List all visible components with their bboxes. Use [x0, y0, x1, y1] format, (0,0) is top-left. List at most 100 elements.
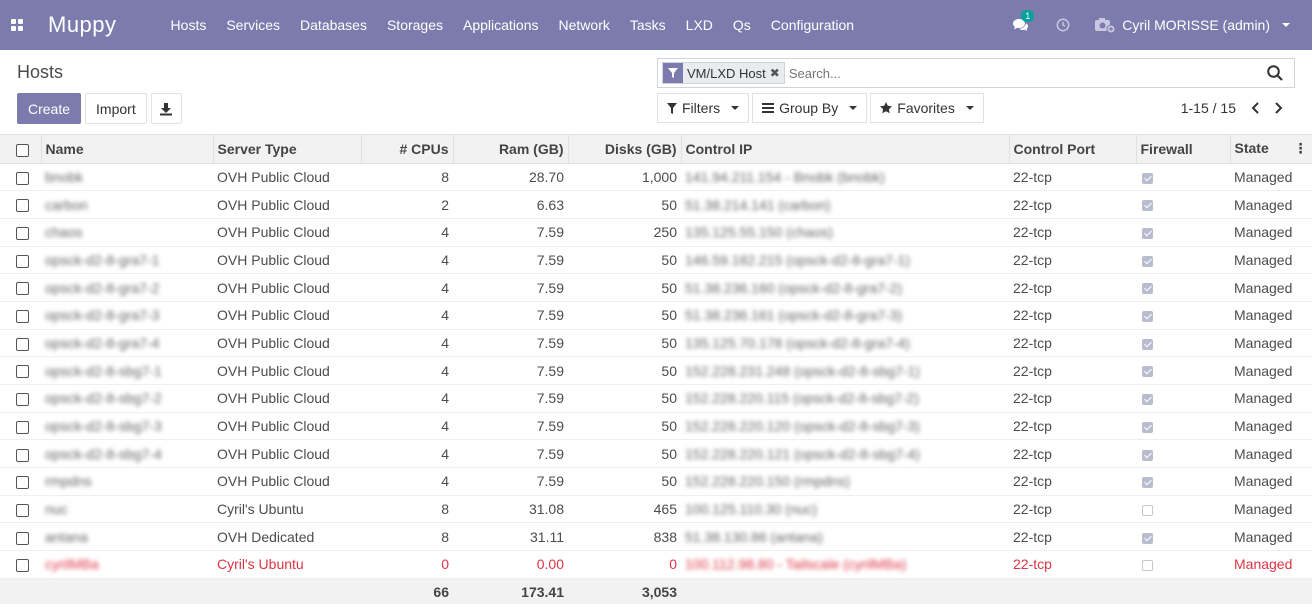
cell-cpus: 4	[361, 412, 453, 441]
table-row[interactable]: opsck-d2-8-sbg7-2 OVH Public Cloud 4 7.59 50…	[0, 384, 1312, 413]
row-checkbox-cell[interactable]	[0, 246, 41, 275]
table-row[interactable]: carbon OVH Public Cloud 2 6.63 50 51.38.214.1…	[0, 190, 1312, 219]
table-row[interactable]: opsck-d2-8-gra7-2 OVH Public Cloud 4 7.59 50…	[0, 273, 1312, 302]
table-row[interactable]: nuc Cyril's Ubuntu 8 31.08 465 100.125.110.30…	[0, 495, 1312, 524]
table-row[interactable]: opsck-d2-8-sbg7-4 OVH Public Cloud 4 7.59 50…	[0, 439, 1312, 469]
table-row[interactable]: cyrilMBa Cyril's Ubuntu 0 0.00 0 100.112.98.8…	[0, 550, 1312, 579]
row-checkbox-cell[interactable]	[0, 301, 41, 330]
row-checkbox[interactable]	[16, 393, 29, 407]
row-checkbox[interactable]	[16, 310, 29, 324]
table-row[interactable]: chaos OVH Public Cloud 4 7.59 250 135.125.55.…	[0, 218, 1312, 247]
activity-button[interactable]	[1040, 18, 1086, 32]
table-row[interactable]: opsck-d2-8-sbg7-3 OVH Public Cloud 4 7.59 50…	[0, 412, 1312, 441]
menu-item-tasks[interactable]: Tasks	[620, 0, 676, 50]
cell-ram: 31.08	[453, 495, 568, 524]
pager-value[interactable]: 1-15 / 15	[1181, 100, 1236, 116]
menu-item-configuration[interactable]: Configuration	[761, 0, 864, 50]
cell-cpus: 2	[361, 190, 453, 219]
row-checkbox[interactable]	[16, 476, 29, 490]
cell-ram: 7.59	[453, 439, 568, 469]
column-server-type[interactable]: Server Type	[213, 135, 362, 164]
clock-icon	[1056, 18, 1070, 32]
cell-name: opsck-d2-8-sbg7-1	[41, 356, 213, 385]
search-input[interactable]	[788, 65, 1266, 81]
row-checkbox[interactable]	[16, 227, 29, 241]
row-checkbox[interactable]	[16, 420, 29, 434]
menu-item-applications[interactable]: Applications	[453, 0, 549, 50]
row-checkbox-cell[interactable]	[0, 550, 41, 579]
row-checkbox[interactable]	[16, 559, 29, 573]
row-checkbox[interactable]	[16, 171, 29, 185]
create-button[interactable]: Create	[17, 93, 82, 124]
download-icon	[160, 102, 173, 115]
cell-control-ip-text: 51.38.236.160 (opsck-d2-8-gra7-2)	[685, 279, 903, 296]
filters-dropdown[interactable]: Filters	[657, 93, 750, 123]
row-checkbox-cell[interactable]	[0, 356, 41, 385]
menu-item-services[interactable]: Services	[216, 0, 290, 50]
cell-name: opsck-d2-8-gra7-3	[41, 301, 213, 330]
total-disks: 3,053	[568, 577, 681, 605]
menu-item-qs[interactable]: Qs	[723, 0, 761, 50]
remove-facet-icon[interactable]: ✖	[770, 63, 784, 83]
import-button[interactable]: Import	[85, 93, 147, 124]
row-checkbox[interactable]	[16, 199, 29, 213]
column-firewall[interactable]: Firewall	[1136, 135, 1231, 164]
cell-firewall	[1136, 412, 1230, 441]
row-checkbox[interactable]	[16, 254, 29, 268]
table-row[interactable]: antana OVH Dedicated 8 31.11 838 51.38.130.86…	[0, 522, 1312, 552]
row-checkbox-cell[interactable]	[0, 190, 41, 219]
column-cpus[interactable]: # CPUs	[361, 135, 454, 164]
row-checkbox[interactable]	[16, 365, 29, 379]
messaging-button[interactable]: 1	[1000, 9, 1040, 33]
column-disks[interactable]: Disks (GB)	[568, 135, 682, 164]
chevron-right-icon[interactable]	[1274, 102, 1284, 114]
apps-menu-icon[interactable]	[0, 0, 34, 50]
row-checkbox[interactable]	[16, 503, 29, 517]
table-row[interactable]: rmpdns OVH Public Cloud 4 7.59 50 152.228.220…	[0, 467, 1312, 496]
row-checkbox-cell[interactable]	[0, 163, 41, 192]
favorites-dropdown[interactable]: Favorites	[870, 93, 984, 123]
cell-name-text: opsck-d2-8-gra7-3	[45, 307, 160, 324]
row-checkbox-cell[interactable]	[0, 218, 41, 247]
menu-item-network[interactable]: Network	[549, 0, 620, 50]
export-button[interactable]	[150, 93, 182, 124]
row-checkbox-cell[interactable]	[0, 439, 41, 469]
row-checkbox-cell[interactable]	[0, 384, 41, 413]
chevron-left-icon[interactable]	[1250, 102, 1260, 114]
select-all-checkbox[interactable]	[16, 143, 29, 157]
firewall-checkbox	[1142, 200, 1153, 212]
menu-item-hosts[interactable]: Hosts	[161, 0, 217, 50]
user-menu[interactable]: Cyril MORISSE (admin)	[1086, 16, 1312, 34]
cell-disks: 50	[568, 356, 681, 385]
table-row[interactable]: bnobk OVH Public Cloud 8 28.70 1,000 141.94.2…	[0, 163, 1312, 192]
select-all-cell[interactable]	[0, 135, 42, 164]
row-checkbox[interactable]	[16, 448, 29, 462]
row-checkbox-cell[interactable]	[0, 329, 41, 358]
column-control-ip[interactable]: Control IP	[681, 135, 1010, 164]
cell-server-type: OVH Public Cloud	[213, 246, 361, 275]
row-checkbox[interactable]	[16, 282, 29, 296]
row-checkbox[interactable]	[16, 337, 29, 351]
column-name[interactable]: Name	[41, 135, 214, 164]
brand-title[interactable]: Muppy	[34, 12, 161, 38]
menu-item-databases[interactable]: Databases	[290, 0, 377, 50]
column-state[interactable]: State ⋮	[1230, 135, 1312, 164]
table-row[interactable]: opsck-d2-8-gra7-3 OVH Public Cloud 4 7.59 50…	[0, 301, 1312, 330]
menu-item-lxd[interactable]: LXD	[676, 0, 723, 50]
column-ram[interactable]: Ram (GB)	[453, 135, 569, 164]
column-options-icon[interactable]: ⋮	[1294, 140, 1308, 157]
row-checkbox[interactable]	[16, 531, 29, 545]
row-checkbox-cell[interactable]	[0, 495, 41, 524]
row-checkbox-cell[interactable]	[0, 273, 41, 302]
groupby-dropdown[interactable]: Group By	[752, 93, 868, 123]
row-checkbox-cell[interactable]	[0, 412, 41, 441]
table-row[interactable]: opsck-d2-8-gra7-4 OVH Public Cloud 4 7.59 50…	[0, 329, 1312, 358]
table-row[interactable]: opsck-d2-8-gra7-1 OVH Public Cloud 4 7.59 50…	[0, 246, 1312, 275]
row-checkbox-cell[interactable]	[0, 522, 41, 552]
menu-item-storages[interactable]: Storages	[377, 0, 453, 50]
filter-icon	[663, 63, 683, 83]
column-control-port[interactable]: Control Port	[1009, 135, 1137, 164]
search-icon[interactable]	[1266, 64, 1284, 82]
table-row[interactable]: opsck-d2-8-sbg7-1 OVH Public Cloud 4 7.59 50…	[0, 356, 1312, 385]
row-checkbox-cell[interactable]	[0, 467, 41, 496]
